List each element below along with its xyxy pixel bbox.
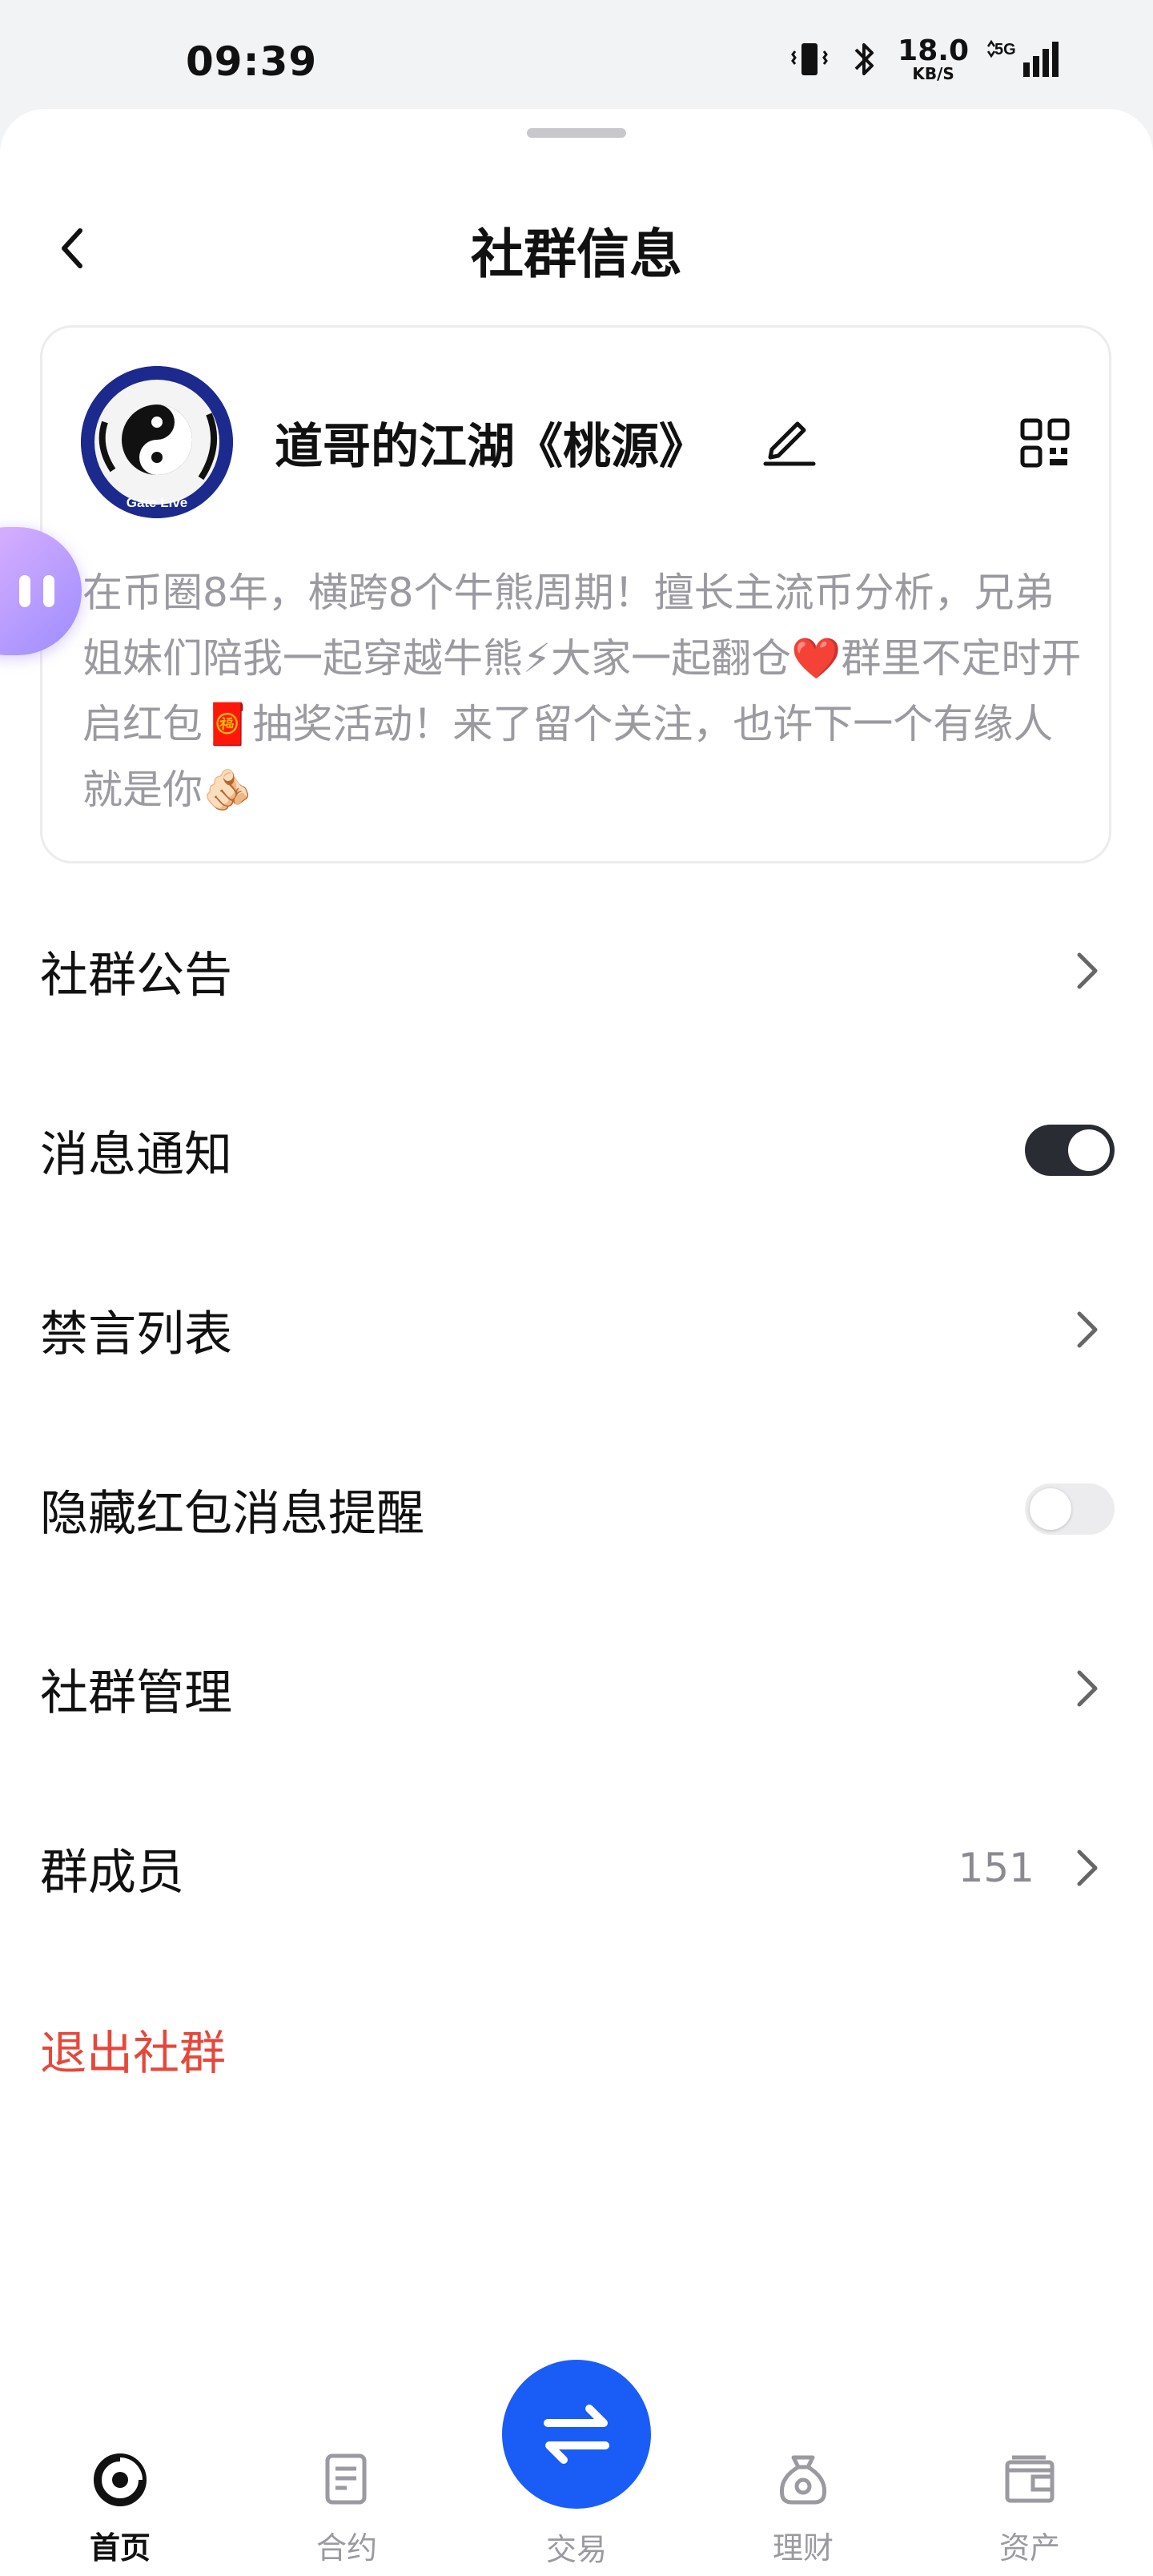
nav-finance-label: 理财 [772, 2530, 834, 2566]
nav-assets-label: 资产 [998, 2530, 1060, 2566]
status-time: 09:39 [186, 38, 318, 85]
nav-home[interactable]: 首页 [40, 2451, 200, 2567]
nav-home-label: 首页 [89, 2530, 151, 2566]
pencil-icon [763, 421, 816, 466]
group-info-card: Gate Live 道哥的江湖《桃源》 在币圈8年，横跨8个牛熊周期！擅长主流币… [40, 325, 1111, 863]
group-description: 在币圈8年，横跨8个牛熊周期！擅长主流币分析，兄弟姐妹们陪我一起穿越牛熊⚡大家一… [82, 570, 1082, 813]
bottom-sheet: 社群信息 Gate Live 道哥的江湖《桃源》 在币圈8年，横跨8个牛熊周期！… [0, 109, 1153, 2576]
qr-code-button[interactable] [1019, 417, 1071, 469]
nav-trade-label: 交易 [545, 2532, 607, 2567]
row-announcement[interactable]: 社群公告 [0, 891, 1153, 1051]
page-title: 社群信息 [471, 223, 682, 285]
vibrate-icon [791, 43, 829, 75]
assistant-eye-right [43, 575, 54, 607]
members-label: 群成员 [40, 1844, 184, 1901]
toggle-knob [1068, 1129, 1110, 1171]
bottom-nav: 首页 合约 交易 理财 资产 [0, 2323, 1153, 2576]
row-notifications: 消息通知 [0, 1070, 1153, 1230]
bluetooth-icon [854, 43, 874, 75]
avatar-text: Gate Live [127, 495, 188, 510]
nav-contract[interactable]: 合约 [267, 2451, 427, 2567]
yin-yang-logo: Gate Live [81, 366, 233, 518]
chevron-right-icon [1077, 1849, 1098, 1886]
chevron-right-icon [1077, 1670, 1098, 1707]
row-mute-list[interactable]: 禁言列表 [0, 1250, 1153, 1410]
notifications-toggle[interactable] [1025, 1125, 1115, 1176]
row-hide-red-packet: 隐藏红包消息提醒 [0, 1429, 1153, 1589]
home-icon [94, 2453, 147, 2506]
nav-contract-label: 合约 [315, 2530, 377, 2566]
network-speed: 18.0 KB/S [898, 34, 969, 83]
row-members[interactable]: 群成员 151 [0, 1788, 1153, 1948]
group-name: 道哥的江湖《桃源》 [275, 419, 707, 475]
management-label: 社群管理 [40, 1664, 232, 1721]
nav-trade-button[interactable] [502, 2360, 651, 2509]
group-avatar[interactable]: Gate Live [81, 366, 233, 518]
notifications-label: 消息通知 [40, 1126, 232, 1183]
hide-red-packet-label: 隐藏红包消息提醒 [40, 1485, 424, 1542]
assistant-eye-left [19, 575, 30, 607]
hide-red-packet-toggle[interactable] [1025, 1483, 1115, 1535]
wallet-icon [1005, 2455, 1055, 2503]
edit-name-button[interactable] [759, 408, 820, 469]
toggle-knob [1030, 1488, 1071, 1530]
members-count: 151 [958, 1845, 1034, 1891]
svg-text:5G: 5G [994, 41, 1016, 58]
row-management[interactable]: 社群管理 [0, 1608, 1153, 1769]
speed-unit: KB/S [912, 64, 954, 83]
contract-icon [325, 2453, 367, 2505]
trade-icon [544, 2405, 609, 2464]
finance-icon [779, 2455, 827, 2505]
announcement-label: 社群公告 [40, 947, 232, 1004]
speed-value: 18.0 [898, 34, 969, 67]
chevron-right-icon [1077, 952, 1098, 989]
nav-finance[interactable]: 理财 [723, 2451, 883, 2567]
sheet-drag-handle[interactable] [527, 128, 626, 138]
mute-list-label: 禁言列表 [40, 1306, 232, 1362]
qr-code-icon [1020, 418, 1070, 468]
status-icons: 18.0 KB/S 5G [789, 37, 1063, 82]
chevron-right-icon [1077, 1311, 1098, 1348]
nav-assets[interactable]: 资产 [950, 2451, 1110, 2567]
signal-5g-icon: 5G [986, 39, 1059, 77]
status-bar: 09:39 18.0 KB/S 5G [0, 0, 1153, 112]
exit-group-button[interactable]: 退出社群 [40, 2015, 226, 2083]
